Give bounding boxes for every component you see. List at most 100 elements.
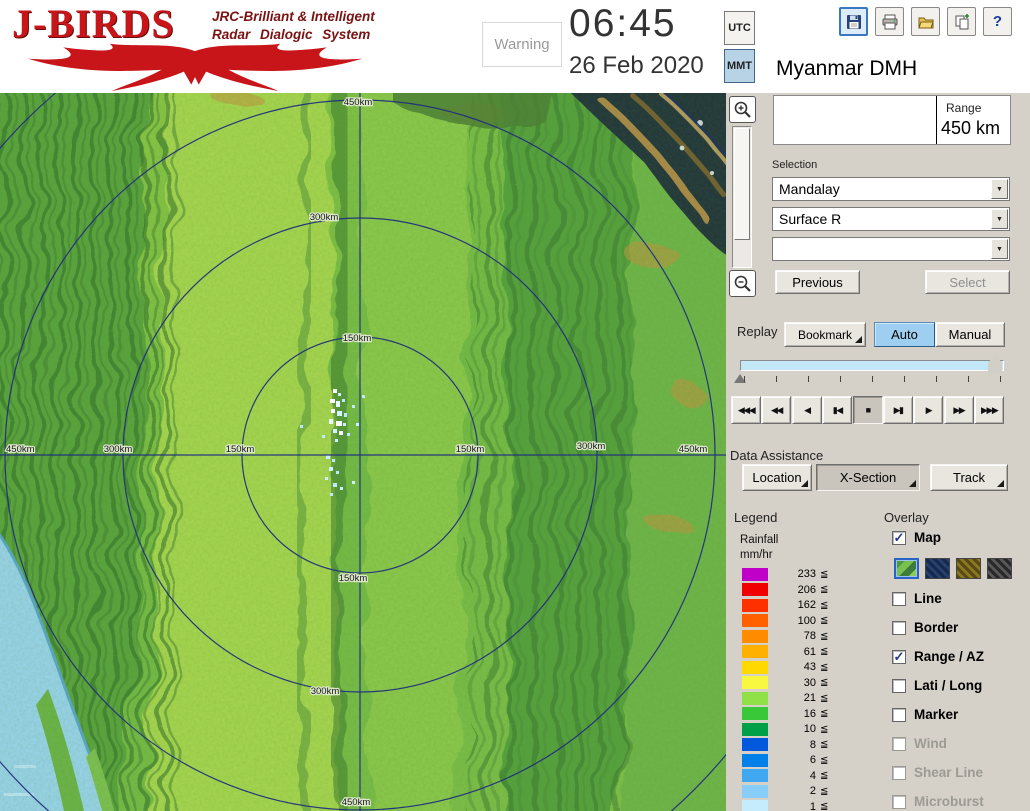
legend-color-swatch [742, 583, 768, 596]
map-style-terrain[interactable] [894, 557, 919, 579]
replay-timeline-slider[interactable] [740, 360, 1004, 371]
legend-row: 162 ≦ [742, 598, 828, 612]
track-button[interactable]: Track [930, 464, 1008, 491]
radar-map-area[interactable]: 450km 300km 150km 150km 300km 450km 450km 300km… [0, 93, 726, 811]
dropdown-arrow-button[interactable]: ▼ [991, 209, 1008, 229]
legend-color-swatch [742, 660, 768, 674]
overlay-item-label: Border [914, 620, 959, 635]
export-button[interactable] [947, 7, 976, 36]
checkbox-map[interactable]: ✓ [892, 530, 906, 545]
open-folder-button[interactable] [911, 7, 940, 36]
chevron-down-icon: ▼ [996, 215, 1003, 223]
legend-row: 6 ≦ [742, 753, 828, 767]
range-ring-label: 150km [339, 573, 368, 584]
range-ring-label: 300km [577, 441, 606, 452]
checkbox-border[interactable] [892, 620, 906, 635]
manual-mode-button[interactable]: Manual [935, 322, 1005, 347]
legend-row: 1 ≦ [742, 800, 828, 811]
rewind-full-button[interactable]: ◀◀◀ [731, 396, 761, 424]
zoom-scrollbar-track[interactable] [732, 126, 752, 268]
replay-label: Replay [737, 324, 778, 339]
legend-value: 61 [803, 645, 816, 658]
help-icon: ? [992, 13, 1003, 30]
chevron-down-icon: ▼ [996, 245, 1003, 253]
print-button[interactable] [875, 7, 904, 36]
less-equal-symbol: ≦ [820, 568, 829, 580]
less-equal-symbol: ≦ [820, 661, 829, 673]
selection-dropdown-1[interactable]: Surface R ▼ [772, 207, 1010, 231]
slider-tick [744, 376, 745, 382]
overlay-item-map[interactable]: ✓ Map [892, 523, 1028, 552]
rewind-button[interactable]: ◀◀ [761, 396, 792, 424]
legend-color-swatch [742, 676, 768, 689]
selection-dropdown-0[interactable]: Mandalay ▼ [772, 177, 1010, 201]
app-logo-subtitle-1: JRC-Brilliant & Intelligent [212, 9, 375, 24]
legend-value: 162 [797, 599, 816, 611]
legend-value: 2 [809, 785, 816, 797]
dropdown-arrow-button[interactable]: ▼ [991, 239, 1008, 259]
slider-tick [1000, 376, 1001, 382]
legend-row: 16 ≦ [742, 707, 828, 721]
to-end-button[interactable]: ▶▮ [883, 396, 913, 424]
legend-value: 16 [803, 707, 816, 720]
zoom-out-button[interactable] [729, 270, 756, 297]
less-equal-symbol: ≦ [820, 739, 829, 750]
overlay-item-lati-long[interactable]: Lati / Long [892, 671, 1028, 700]
legend-color-swatch [742, 784, 768, 798]
help-button[interactable]: ? [983, 7, 1012, 36]
slider-tick [840, 376, 841, 382]
map-style-olive[interactable] [956, 557, 981, 579]
legend-color-swatch [742, 769, 768, 782]
step-back-button[interactable]: ◀ [791, 396, 822, 424]
legend-value: 4 [809, 769, 816, 782]
clock-time: 06:45 [569, 2, 677, 45]
overlay-item-marker[interactable]: Marker [892, 700, 1028, 729]
location-button[interactable]: Location [742, 464, 812, 491]
radar-map-svg[interactable]: 450km 300km 150km 150km 300km 450km 450km 300km… [0, 93, 726, 811]
forward-button[interactable]: ▶▶ [943, 396, 974, 424]
less-equal-symbol: ≦ [820, 677, 829, 688]
overlay-item-range-az[interactable]: ✓ Range / AZ [892, 642, 1028, 671]
legend-row: 206 ≦ [742, 583, 828, 597]
zoom-out-icon [734, 275, 751, 292]
legend-color-swatch [742, 567, 768, 581]
overlay-item-border[interactable]: Border [892, 613, 1028, 642]
play-button[interactable]: ▶ [913, 396, 944, 424]
save-icon [846, 14, 861, 29]
to-start-button[interactable]: ▮◀ [822, 396, 853, 424]
legend-value: 206 [797, 583, 816, 596]
zoom-scrollbar-thumb[interactable] [734, 128, 750, 240]
selection-dropdown-2[interactable]: ▼ [772, 237, 1010, 261]
less-equal-symbol: ≦ [820, 630, 829, 642]
checkbox-range-az[interactable]: ✓ [892, 649, 906, 664]
slider-tick [936, 376, 937, 382]
checkbox-lati-long[interactable] [892, 678, 906, 693]
auto-mode-button[interactable]: Auto [874, 322, 935, 347]
range-ring-label: 450km [344, 97, 373, 108]
map-style-dark[interactable] [987, 557, 1012, 579]
timezone-mmt-button[interactable]: MMT [724, 49, 755, 83]
stop-button[interactable]: ■ [852, 396, 883, 424]
legend-row: 233 ≦ [742, 567, 828, 581]
checkbox-line[interactable] [892, 591, 906, 606]
save-button[interactable] [839, 7, 868, 36]
overlay-item-label: Map [914, 530, 941, 545]
timezone-utc-button[interactable]: UTC [724, 11, 755, 45]
x-section-button[interactable]: X-Section [816, 464, 920, 491]
less-equal-symbol: ≦ [820, 785, 829, 797]
previous-button[interactable]: Previous [775, 270, 860, 294]
bookmark-button[interactable]: Bookmark [784, 322, 866, 347]
legend-row: 4 ≦ [742, 769, 828, 783]
chevron-down-icon: ▼ [996, 185, 1003, 193]
replay-slider-thumb[interactable] [988, 355, 1002, 375]
dropdown-arrow-button[interactable]: ▼ [991, 179, 1008, 199]
legend-value: 8 [809, 738, 816, 751]
legend-unit: mm/hr [740, 549, 773, 561]
data-assistance-label: Data Assistance [730, 448, 824, 463]
header-bar: J-BIRDS JRC-Brilliant & Intelligent Rada… [0, 0, 1030, 93]
map-style-navy[interactable] [925, 557, 950, 579]
forward-full-button[interactable]: ▶▶▶ [974, 396, 1005, 424]
zoom-in-button[interactable] [729, 96, 756, 123]
checkbox-marker[interactable] [892, 707, 906, 722]
overlay-item-line[interactable]: Line [892, 584, 1028, 613]
